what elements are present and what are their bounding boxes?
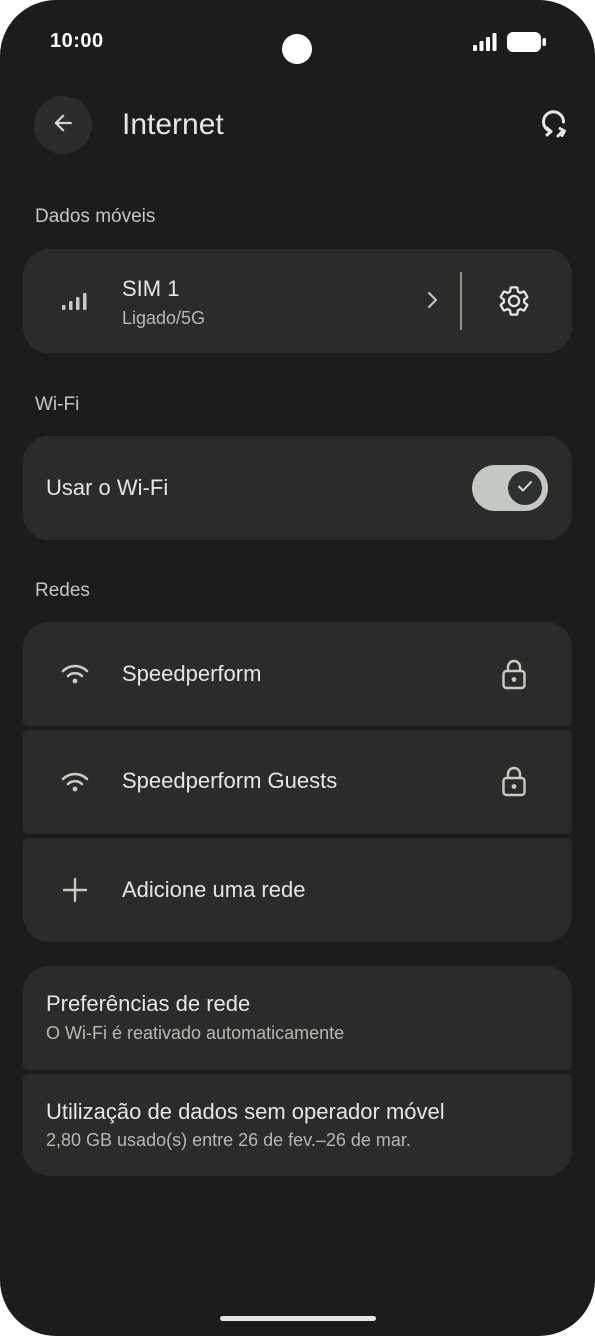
vertical-divider (460, 272, 462, 330)
status-icons (473, 32, 547, 57)
cellular-signal-icon (473, 33, 497, 56)
section-label-mobile-data: Dados móveis (35, 206, 156, 227)
wifi-toggle-row[interactable]: Usar o Wi-Fi (23, 436, 572, 540)
back-button[interactable] (34, 96, 92, 154)
preferences-title: Preferências de rede (46, 991, 251, 1016)
chevron-right-icon (425, 289, 439, 316)
status-bar: 10:00 (0, 0, 595, 84)
signal-bars-icon (59, 285, 91, 317)
section-label-wifi: Wi-Fi (35, 394, 80, 415)
status-time: 10:00 (50, 30, 104, 52)
wifi-toggle-label: Usar o Wi-Fi (46, 475, 169, 500)
add-network-label: Adicione uma rede (122, 877, 306, 902)
refresh-button[interactable] (531, 102, 577, 148)
network-item[interactable]: Speedperform (23, 622, 572, 726)
battery-icon (507, 32, 547, 57)
data-usage-title: Utilização de dados sem operador móvel (46, 1099, 445, 1124)
sim-name: SIM 1 (122, 276, 180, 301)
lock-icon (500, 764, 528, 798)
add-network-row[interactable]: Adicione uma rede (23, 838, 572, 942)
section-label-networks: Redes (35, 580, 90, 601)
preferences-subtitle: O Wi-Fi é reativado automaticamente (46, 1023, 345, 1043)
settings-gear-icon[interactable] (497, 284, 531, 323)
check-icon (515, 476, 535, 501)
plus-icon (59, 874, 91, 906)
wifi-toggle-switch[interactable] (472, 465, 548, 511)
camera-cutout (282, 34, 312, 64)
toggle-thumb (508, 471, 542, 505)
data-usage-row[interactable]: Utilização de dados sem operador móvel 2… (23, 1074, 572, 1176)
wifi-icon (59, 658, 91, 690)
wifi-icon (59, 766, 91, 798)
home-indicator[interactable] (220, 1316, 376, 1321)
arrow-back-icon (50, 110, 76, 141)
network-ssid: Speedperform (122, 661, 262, 686)
lock-icon (500, 657, 528, 691)
app-bar: Internet (0, 96, 595, 154)
page-title: Internet (122, 108, 224, 141)
refresh-icon (538, 107, 570, 144)
sim-status: Ligado/5G (122, 308, 206, 328)
sim-card-row[interactable]: SIM 1 Ligado/5G (23, 249, 572, 353)
network-ssid: Speedperform Guests (122, 768, 338, 793)
network-preferences-row[interactable]: Preferências de rede O Wi-Fi é reativado… (23, 966, 572, 1070)
data-usage-subtitle: 2,80 GB usado(s) entre 26 de fev.–26 de … (46, 1130, 411, 1150)
network-item[interactable]: Speedperform Guests (23, 730, 572, 834)
phone-screen: 10:00 Internet Dados móveis SIM 1 Ligado… (0, 0, 595, 1336)
